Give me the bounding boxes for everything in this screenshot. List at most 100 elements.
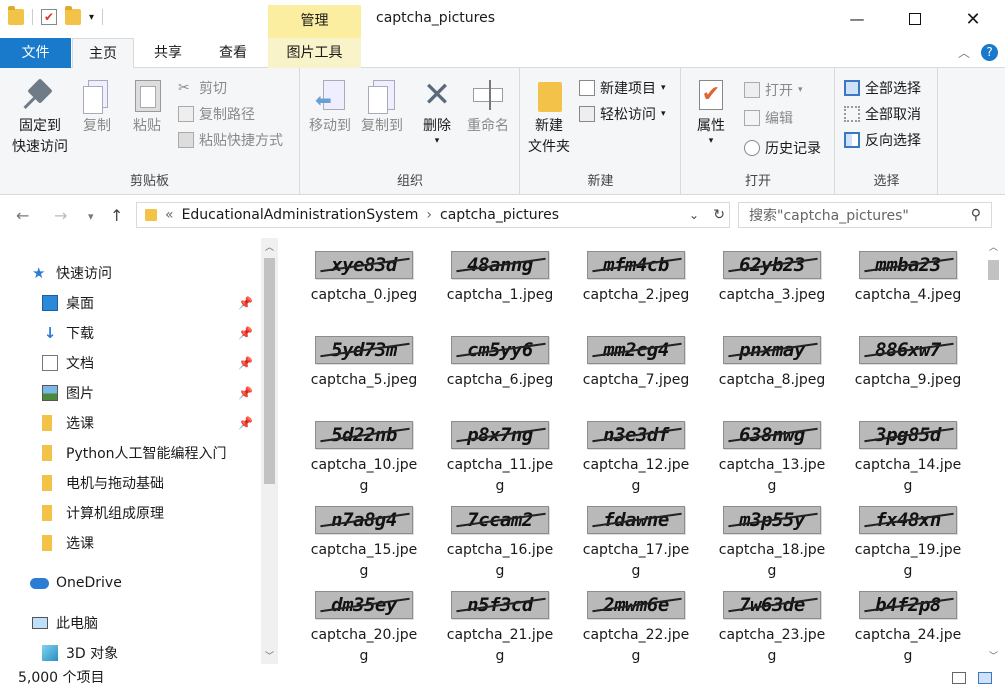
open-button[interactable]: 打开 ▾	[744, 80, 803, 100]
new-folder-button[interactable]: 新建 文件夹	[525, 76, 573, 158]
content-scrollbar[interactable]: ︿ ﹀	[985, 238, 1002, 664]
scroll-up-icon[interactable]: ︿	[989, 240, 998, 253]
delete-button[interactable]: ✕ 删除 ▾	[417, 76, 457, 146]
status-bar: 5,000 个项目	[0, 666, 1005, 694]
new-folder-icon[interactable]	[65, 6, 81, 25]
recent-locations-icon[interactable]: ▾	[88, 210, 94, 223]
file-item[interactable]: 2mwm6e captcha_22.jpeg	[576, 576, 696, 664]
back-button[interactable]: ←	[16, 206, 29, 225]
easy-access-button[interactable]: 轻松访问 ▾	[579, 104, 666, 124]
breadcrumb-overflow[interactable]: «	[165, 207, 174, 223]
nav-scrollbar[interactable]: ︿ ﹀	[261, 238, 278, 664]
file-item[interactable]: 7w63de captcha_23.jpeg	[712, 576, 832, 664]
rename-button[interactable]: 重命名	[461, 76, 515, 137]
copy-to-button[interactable]: 复制到	[357, 76, 407, 137]
file-item[interactable]: 48anng captcha_1.jpeg	[440, 236, 560, 321]
properties-button[interactable]: ✔ 属性 ▾	[688, 76, 734, 146]
nav-folder-python[interactable]: Python人工智能编程入门	[42, 438, 258, 468]
file-item[interactable]: pnxmay captcha_8.jpeg	[712, 321, 832, 406]
delete-dropdown-icon[interactable]: ▾	[417, 137, 457, 146]
tab-view[interactable]: 查看	[203, 38, 263, 68]
file-item[interactable]: 5yd73m captcha_5.jpeg	[304, 321, 424, 406]
tab-file[interactable]: 文件	[0, 38, 71, 68]
collapse-ribbon-icon[interactable]: ︿	[958, 44, 970, 61]
properties-dropdown-icon[interactable]: ▾	[688, 137, 734, 146]
properties-check-icon[interactable]: ✔	[41, 9, 57, 25]
properties-icon: ✔	[694, 76, 728, 116]
customize-toolbar-icon[interactable]: ▾	[89, 12, 94, 23]
search-input[interactable]: 搜索"captcha_pictures" ⚲	[738, 202, 992, 228]
history-button[interactable]: 历史记录	[744, 138, 821, 158]
large-icons-view-icon[interactable]	[978, 672, 992, 684]
invert-selection-button[interactable]: 反向选择	[844, 130, 921, 150]
content-scroll-thumb[interactable]	[988, 260, 999, 280]
up-button[interactable]: ↑	[110, 206, 123, 225]
nav-pictures[interactable]: 图片 📌	[42, 378, 258, 408]
copy-icon	[80, 76, 114, 116]
file-item[interactable]: p8x7ng captcha_11.jpeg	[440, 406, 560, 494]
nav-scroll-thumb[interactable]	[264, 258, 275, 484]
details-view-icon[interactable]	[952, 672, 966, 684]
tab-home[interactable]: 主页	[72, 38, 134, 69]
file-item[interactable]: n5f3cd captcha_21.jpeg	[440, 576, 560, 664]
file-item[interactable]: 886xw7 captcha_9.jpeg	[848, 321, 968, 406]
tab-picture-tools[interactable]: 图片工具	[268, 38, 361, 68]
refresh-icon[interactable]: ↻	[713, 207, 725, 223]
nav-quick-access[interactable]: ★ 快速访问	[32, 258, 290, 288]
pin-to-quick-access-button[interactable]: 固定到 快速访问	[6, 76, 74, 158]
copy-button[interactable]: 复制	[78, 76, 116, 137]
help-icon[interactable]: ?	[981, 44, 998, 61]
close-button[interactable]: ✕	[944, 0, 1002, 38]
nav-desktop[interactable]: 桌面 📌	[42, 288, 258, 318]
scroll-down-icon[interactable]: ﹀	[989, 649, 998, 662]
nav-folder-motor[interactable]: 电机与拖动基础	[42, 468, 258, 498]
file-item[interactable]: mfm4cb captcha_2.jpeg	[576, 236, 696, 321]
file-item[interactable]: 62yb23 captcha_3.jpeg	[712, 236, 832, 321]
nav-onedrive[interactable]: OneDrive	[30, 568, 288, 598]
tab-share[interactable]: 共享	[139, 38, 197, 68]
select-all-button[interactable]: 全部选择	[844, 78, 921, 98]
breadcrumb-educational-administration-system[interactable]: EducationalAdministrationSystem	[182, 207, 419, 223]
file-name: captcha_23.jpeg	[718, 627, 826, 664]
file-item[interactable]: dm35ey captcha_20.jpeg	[304, 576, 424, 664]
file-item[interactable]: b4f2p8 captcha_24.jpeg	[848, 576, 968, 664]
minimize-button[interactable]: —	[828, 0, 886, 38]
move-to-button[interactable]: ⬅ 移动到	[305, 76, 355, 137]
file-item[interactable]: n3e3df captcha_12.jpeg	[576, 406, 696, 494]
file-item[interactable]: 5d22nb captcha_10.jpeg	[304, 406, 424, 494]
file-item[interactable]: mm2cg4 captcha_7.jpeg	[576, 321, 696, 406]
file-item[interactable]: 3pg85d captcha_14.jpeg	[848, 406, 968, 494]
file-item[interactable]: mmba23 captcha_4.jpeg	[848, 236, 968, 321]
nav-downloads[interactable]: ↓ 下载 📌	[42, 318, 258, 348]
forward-button[interactable]: →	[54, 206, 67, 225]
file-item[interactable]: 7ccam2 captcha_16.jpeg	[440, 491, 560, 579]
breadcrumb-separator[interactable]: ›	[426, 207, 432, 223]
file-item[interactable]: n7a8g4 captcha_15.jpeg	[304, 491, 424, 579]
file-item[interactable]: cm5yy6 captcha_6.jpeg	[440, 321, 560, 406]
address-bar[interactable]: « EducationalAdministrationSystem › capt…	[136, 202, 730, 228]
file-item[interactable]: fx48xn captcha_19.jpeg	[848, 491, 968, 579]
maximize-button[interactable]	[886, 0, 944, 38]
new-item-button[interactable]: 新建项目 ▾	[579, 78, 666, 98]
edit-button[interactable]: 编辑	[744, 108, 793, 128]
file-item[interactable]: xye83d captcha_0.jpeg	[304, 236, 424, 321]
nav-folder-xuanke-2[interactable]: 选课	[42, 528, 258, 558]
paste-button[interactable]: 粘贴	[126, 76, 168, 137]
scroll-up-icon[interactable]: ︿	[265, 240, 274, 253]
select-none-button[interactable]: 全部取消	[844, 104, 921, 124]
scroll-down-icon[interactable]: ﹀	[265, 649, 274, 662]
file-item[interactable]: 638nwg captcha_13.jpeg	[712, 406, 832, 494]
manage-context-tab[interactable]: 管理	[268, 5, 361, 38]
address-dropdown-icon[interactable]: ⌄	[689, 208, 699, 222]
breadcrumb-captcha-pictures[interactable]: captcha_pictures	[440, 207, 559, 223]
nav-documents[interactable]: 文档 📌	[42, 348, 258, 378]
paste-shortcut-button[interactable]: 粘贴快捷方式	[178, 130, 283, 150]
nav-folder-xuanke[interactable]: 选课 📌	[42, 408, 258, 438]
nav-folder-computer-org[interactable]: 计算机组成原理	[42, 498, 258, 528]
nav-this-pc[interactable]: 此电脑	[32, 608, 290, 638]
file-item[interactable]: fdawne captcha_17.jpeg	[576, 491, 696, 579]
file-item[interactable]: m3p55y captcha_18.jpeg	[712, 491, 832, 579]
nav-folder-label: 选课	[66, 416, 94, 432]
copy-path-button[interactable]: 复制路径	[178, 104, 255, 124]
cut-button[interactable]: ✂ 剪切	[178, 78, 227, 98]
